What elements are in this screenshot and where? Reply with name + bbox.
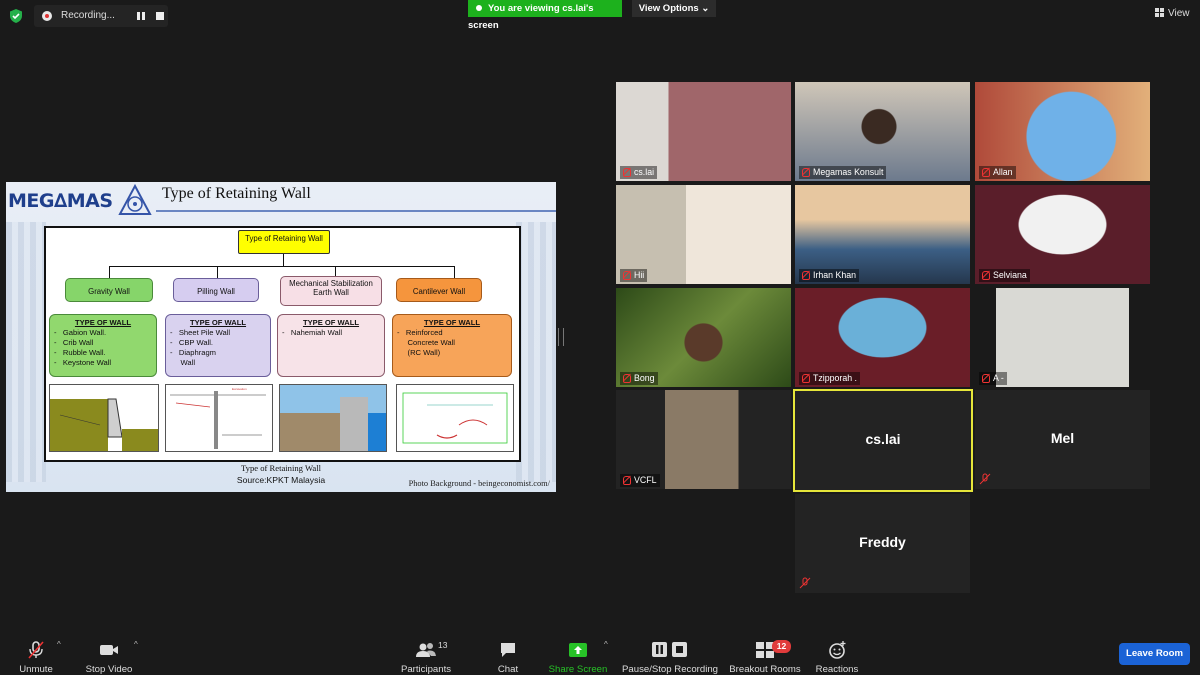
participant-name: Selviana: [979, 269, 1030, 282]
share-screen-button[interactable]: Share Screen: [548, 630, 608, 675]
video-tile-vcfl[interactable]: VCFL: [616, 390, 791, 489]
breakout-rooms-badge: 12: [772, 640, 791, 653]
muted-mic-icon: [799, 577, 811, 589]
background-buildings-right: [516, 222, 556, 482]
gravity-wall-diagram: [49, 384, 159, 452]
retaining-wall-chart: Type of Retaining Wall Gravity Wall Pill…: [44, 226, 521, 462]
participant-name: Irhan Khan: [799, 269, 860, 282]
connector: [109, 266, 110, 278]
participant-name: A -: [979, 372, 1007, 385]
video-tile-cslai-active[interactable]: cs.lai: [793, 389, 973, 492]
video-options-caret-icon[interactable]: ^: [134, 640, 138, 649]
participant-name: Bong: [620, 372, 658, 385]
video-tile-bong[interactable]: Bong: [616, 288, 791, 387]
root-node: Type of Retaining Wall: [238, 230, 330, 254]
chat-button[interactable]: Chat: [490, 630, 526, 675]
video-tile-selviana[interactable]: Selviana: [975, 185, 1150, 284]
participant-name: Hii: [620, 269, 648, 282]
cantilever-wall-diagram: [396, 384, 514, 452]
share-screen-icon: [569, 643, 587, 657]
category-mse: Mechanical Stabilization Earth Wall: [280, 276, 382, 306]
participants-icon: [416, 643, 436, 657]
recording-dot-icon: [42, 11, 52, 21]
participant-name: Allan: [979, 166, 1016, 179]
slide-title: Type of Retaining Wall: [162, 185, 311, 202]
shield-icon[interactable]: [8, 8, 24, 24]
share-options-caret-icon[interactable]: ^: [604, 640, 608, 649]
video-tile-freddy[interactable]: Freddy: [795, 494, 970, 593]
participant-name: cs.lai: [620, 166, 658, 179]
leave-room-button[interactable]: Leave Room: [1119, 643, 1190, 665]
participant-count: 13: [438, 640, 448, 650]
category-gravity: Gravity Wall: [65, 278, 153, 302]
video-tile-a[interactable]: A -: [975, 288, 1150, 387]
connector: [109, 266, 454, 267]
participant-name: Megamas Konsult: [799, 166, 887, 179]
view-options-button[interactable]: View Options ⌄: [632, 0, 716, 17]
pause-stop-recording-button[interactable]: Pause/Stop Recording: [621, 630, 719, 675]
participant-display-name: cs.lai: [865, 431, 901, 447]
stop-video-button[interactable]: Stop Video: [83, 630, 135, 675]
participant-display-name: Mel: [1050, 430, 1075, 446]
connector: [283, 254, 284, 266]
types-cantilever: TYPE OF WALL - Reinforced Concrete Wall …: [392, 314, 512, 377]
video-tile-mel[interactable]: Mel: [975, 390, 1150, 489]
types-mse: TYPE OF WALL - Nahemiah Wall: [277, 314, 385, 377]
chat-icon: [501, 643, 515, 657]
megamas-logo: MEG∆MAS: [8, 190, 113, 212]
category-pilling: Pilling Wall: [173, 278, 259, 302]
smiley-icon: [829, 641, 846, 659]
connector: [217, 266, 218, 278]
recording-indicator: Recording...: [34, 5, 168, 27]
category-cantilever: Cantilever Wall: [396, 278, 482, 302]
svg-text:Excavation: Excavation: [232, 387, 247, 391]
company-emblem-icon: [118, 184, 152, 215]
participants-button[interactable]: Participants: [398, 630, 454, 675]
video-camera-icon: [100, 645, 118, 655]
video-tile-megamas-konsult[interactable]: Megamas Konsult: [795, 82, 970, 181]
viewing-dot-icon: [476, 5, 482, 12]
audio-options-caret-icon[interactable]: ^: [57, 640, 61, 649]
photo-credit: Photo Background - beingeconomist.com/: [408, 479, 550, 488]
types-pilling: TYPE OF WALL - Sheet Pile Wall - CBP Wal…: [165, 314, 271, 377]
muted-mic-icon: [28, 641, 44, 659]
participant-name: Tzipporah .: [799, 372, 861, 385]
shared-screen-slide: MEG∆MAS Type of Retaining Wall Type of R…: [6, 182, 556, 492]
pilling-wall-diagram: Excavation: [165, 384, 273, 452]
video-tile-irhan-khan[interactable]: Irhan Khan: [795, 185, 970, 284]
caption-title: Type of Retaining Wall: [241, 463, 321, 473]
grid-view-icon: [1155, 8, 1164, 17]
muted-mic-icon: [979, 473, 991, 485]
participant-display-name: Freddy: [859, 534, 906, 550]
unmute-button[interactable]: Unmute: [12, 630, 60, 675]
pause-stop-recording-icon: [652, 642, 687, 657]
connector: [454, 266, 455, 278]
split-divider-handle[interactable]: [558, 328, 564, 346]
breakout-rooms-button[interactable]: Breakout Rooms: [728, 630, 802, 675]
types-gravity: TYPE OF WALL - Gabion Wall. - Crib Wall …: [49, 314, 157, 377]
video-tile-allan[interactable]: Allan: [975, 82, 1150, 181]
recording-label: Recording...: [61, 10, 115, 21]
stop-recording-icon[interactable]: [153, 9, 167, 23]
video-tile-tzipporah[interactable]: Tzipporah .: [795, 288, 970, 387]
reactions-button[interactable]: Reactions: [812, 630, 862, 675]
view-button[interactable]: View: [1155, 8, 1190, 19]
viewing-screen-banner: You are viewing cs.lai's screen: [468, 0, 622, 31]
background-buildings-left: [6, 222, 46, 482]
participant-name: VCFL: [620, 474, 660, 487]
title-underline: [156, 210, 556, 212]
pause-recording-icon[interactable]: [134, 9, 148, 23]
mse-wall-diagram: [279, 384, 387, 452]
video-tile-hii[interactable]: Hii: [616, 185, 791, 284]
video-tile-cslai[interactable]: cs.lai: [616, 82, 791, 181]
